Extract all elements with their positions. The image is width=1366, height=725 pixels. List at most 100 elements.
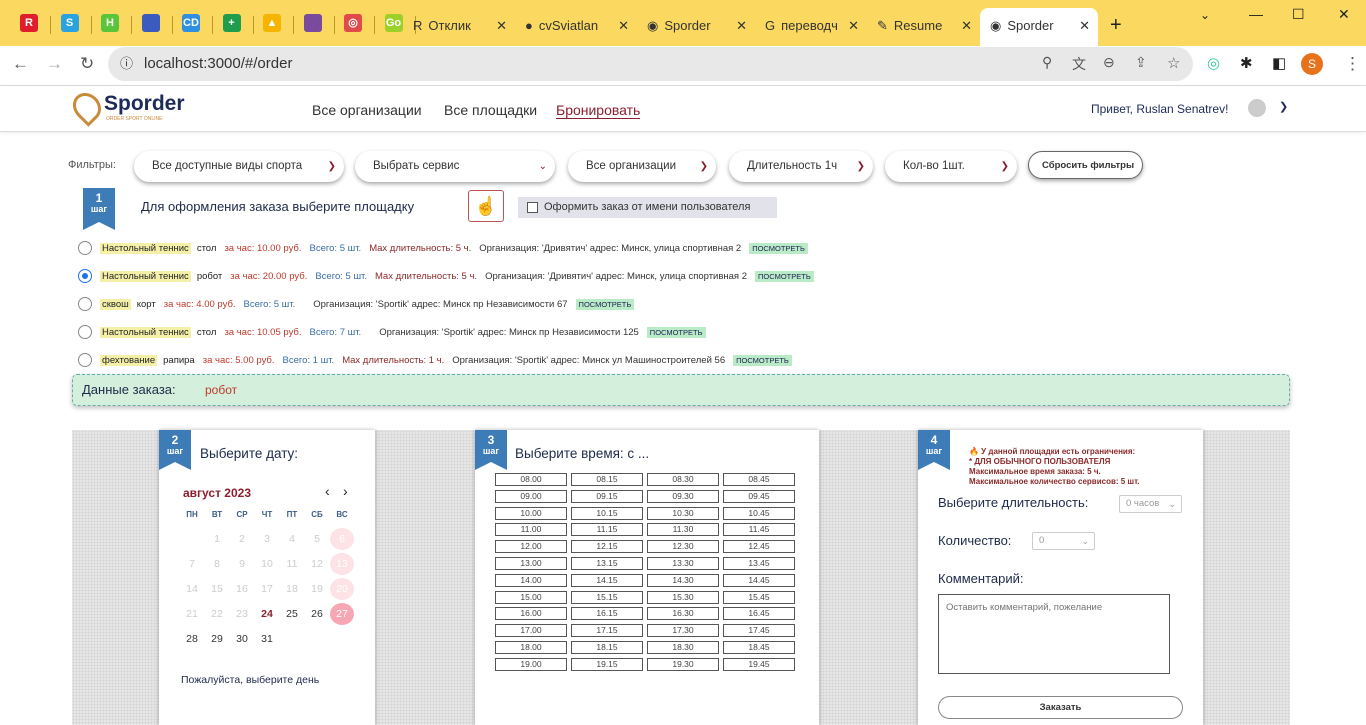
zoom-icon[interactable]: ⊖ xyxy=(1103,54,1115,71)
quantity-select[interactable]: 0 ⌄ xyxy=(1032,532,1095,550)
calendar-day[interactable]: 16 xyxy=(230,578,254,600)
close-tab-icon[interactable]: ✕ xyxy=(496,12,507,40)
time-slot[interactable]: 14.30 xyxy=(647,573,719,587)
filter-quantity-select[interactable]: Кол-во 1шт. ❯ xyxy=(885,151,1017,182)
time-slot[interactable]: 10.30 xyxy=(647,506,719,520)
time-slot[interactable]: 12.00 xyxy=(495,540,567,554)
pinned-tab[interactable]: + xyxy=(222,14,241,32)
calendar-day[interactable]: 13 xyxy=(330,553,354,575)
time-slot[interactable]: 09.00 xyxy=(495,489,567,503)
time-slot[interactable]: 08.45 xyxy=(723,473,795,486)
time-slot[interactable]: 11.15 xyxy=(571,523,643,537)
time-slot[interactable]: 08.00 xyxy=(495,473,567,486)
calendar-day[interactable]: 31 xyxy=(255,628,279,650)
calendar-day[interactable]: 25 xyxy=(280,603,304,625)
calendar-day[interactable]: 18 xyxy=(280,578,304,600)
time-slot[interactable]: 15.30 xyxy=(647,590,719,604)
venue-row[interactable]: Настольный теннис робот за час: 20.00 ру… xyxy=(78,268,814,284)
calendar-day[interactable]: 14 xyxy=(180,578,204,600)
calendar-day[interactable]: 7 xyxy=(180,553,204,575)
calendar-day[interactable]: 24 xyxy=(255,603,279,625)
hand-pointer-icon[interactable]: ☝ xyxy=(468,190,504,222)
reset-filters-button[interactable]: Сбросить фильтры xyxy=(1028,151,1143,179)
time-slot[interactable]: 13.45 xyxy=(723,557,795,570)
calendar-day[interactable]: 23 xyxy=(230,603,254,625)
venue-row[interactable]: Настольный теннис стол за час: 10.00 руб… xyxy=(78,240,808,256)
calendar-day[interactable]: 11 xyxy=(280,553,304,575)
time-slot[interactable]: 11.30 xyxy=(647,523,719,537)
location-icon[interactable]: ⚲ xyxy=(1042,54,1052,71)
time-slot[interactable]: 09.15 xyxy=(571,489,643,503)
order-on-behalf-checkbox[interactable]: Оформить заказ от имени пользователя xyxy=(518,197,777,218)
time-slot[interactable]: 18.15 xyxy=(571,641,643,654)
calendar-day[interactable]: 10 xyxy=(255,553,279,575)
user-avatar[interactable] xyxy=(1248,99,1266,117)
venue-radio[interactable] xyxy=(78,297,92,311)
view-venue-link[interactable]: ПОСМОТРЕТЬ xyxy=(575,298,635,310)
calendar-day[interactable]: 29 xyxy=(205,628,229,650)
view-venue-link[interactable]: ПОСМОТРЕТЬ xyxy=(749,242,808,254)
calendar-day[interactable]: 27 xyxy=(330,603,354,625)
time-slot[interactable]: 09.45 xyxy=(723,489,795,503)
filter-duration-select[interactable]: Длительность 1ч ❯ xyxy=(729,151,873,182)
time-slot[interactable]: 11.00 xyxy=(495,523,567,537)
time-slot[interactable]: 08.15 xyxy=(571,473,643,486)
calendar-day[interactable]: 22 xyxy=(205,603,229,625)
time-slot[interactable]: 14.45 xyxy=(723,573,795,587)
calendar-day[interactable]: 20 xyxy=(330,578,354,600)
browser-tab[interactable]: ◉ Sporder ✕ xyxy=(980,8,1098,46)
calendar-day[interactable]: 19 xyxy=(305,578,329,600)
calendar-day[interactable]: 8 xyxy=(205,553,229,575)
time-slot[interactable]: 19.00 xyxy=(495,657,567,671)
time-slot[interactable]: 19.15 xyxy=(571,657,643,671)
translate-icon[interactable]: ⽂ xyxy=(1072,54,1086,74)
prev-month-button[interactable]: ‹ xyxy=(325,483,330,499)
time-slot[interactable]: 16.15 xyxy=(571,607,643,621)
time-slot[interactable]: 16.00 xyxy=(495,607,567,621)
time-slot[interactable]: 17.30 xyxy=(647,624,719,638)
time-slot[interactable]: 10.15 xyxy=(571,506,643,520)
extensions-puzzle-icon[interactable]: ✱ xyxy=(1240,54,1253,72)
filter-service-select[interactable]: Выбрать сервис ⌄ xyxy=(355,151,555,182)
tab-search-icon[interactable]: ⌄ xyxy=(1200,8,1210,22)
menu-dots-icon[interactable]: ⋮ xyxy=(1344,54,1361,74)
time-slot[interactable]: 14.15 xyxy=(571,573,643,587)
browser-tab[interactable]: ✎ Resume ✕ xyxy=(867,12,980,40)
logo-text[interactable]: Sporder xyxy=(104,92,185,116)
close-tab-icon[interactable]: ✕ xyxy=(736,12,747,40)
time-slot[interactable]: 19.30 xyxy=(647,657,719,671)
nav-book[interactable]: Бронировать xyxy=(556,102,641,119)
time-slot[interactable]: 08.30 xyxy=(647,473,719,486)
venue-radio[interactable] xyxy=(78,241,92,255)
pinned-tab[interactable]: H xyxy=(101,14,119,32)
nav-all-organizations[interactable]: Все организации xyxy=(312,102,422,118)
time-slot[interactable]: 11.45 xyxy=(723,523,795,537)
minimize-button[interactable]: — xyxy=(1249,6,1263,22)
pinned-tab[interactable]: ▲ xyxy=(263,14,281,32)
view-venue-link[interactable]: ПОСМОТРЕТЬ xyxy=(646,326,706,338)
venue-row[interactable]: Настольный теннис стол за час: 10.05 руб… xyxy=(78,324,706,340)
pinned-tab[interactable]: S xyxy=(60,14,79,32)
time-slot[interactable]: 17.45 xyxy=(723,624,795,638)
next-month-button[interactable]: › xyxy=(343,483,348,499)
nav-all-venues[interactable]: Все площадки xyxy=(444,102,537,118)
time-slot[interactable]: 18.30 xyxy=(647,641,719,654)
submit-order-button[interactable]: Заказать xyxy=(938,696,1183,719)
venue-radio[interactable] xyxy=(78,325,92,339)
calendar-day[interactable]: 9 xyxy=(230,553,254,575)
new-tab-button[interactable]: + xyxy=(1110,14,1122,37)
time-slot[interactable]: 16.30 xyxy=(647,607,719,621)
pinned-tab[interactable] xyxy=(303,14,322,32)
side-panel-icon[interactable]: ◧ xyxy=(1272,54,1286,72)
time-slot[interactable]: 15.45 xyxy=(723,590,795,604)
extension-icon[interactable]: ◎ xyxy=(1207,54,1220,72)
venue-row[interactable]: фехтование рапира за час: 5.00 руб. Всег… xyxy=(78,352,792,368)
time-slot[interactable]: 16.45 xyxy=(723,607,795,621)
browser-tab[interactable]: Gпереводч ✕ xyxy=(755,12,867,40)
calendar-day[interactable]: 1 xyxy=(205,528,229,550)
time-slot[interactable]: 10.00 xyxy=(495,506,567,520)
close-tab-icon[interactable]: ✕ xyxy=(1079,8,1090,44)
pinned-tab[interactable]: CD xyxy=(182,14,200,32)
close-tab-icon[interactable]: ✕ xyxy=(618,12,629,40)
pinned-tab[interactable]: ◎ xyxy=(344,14,362,32)
